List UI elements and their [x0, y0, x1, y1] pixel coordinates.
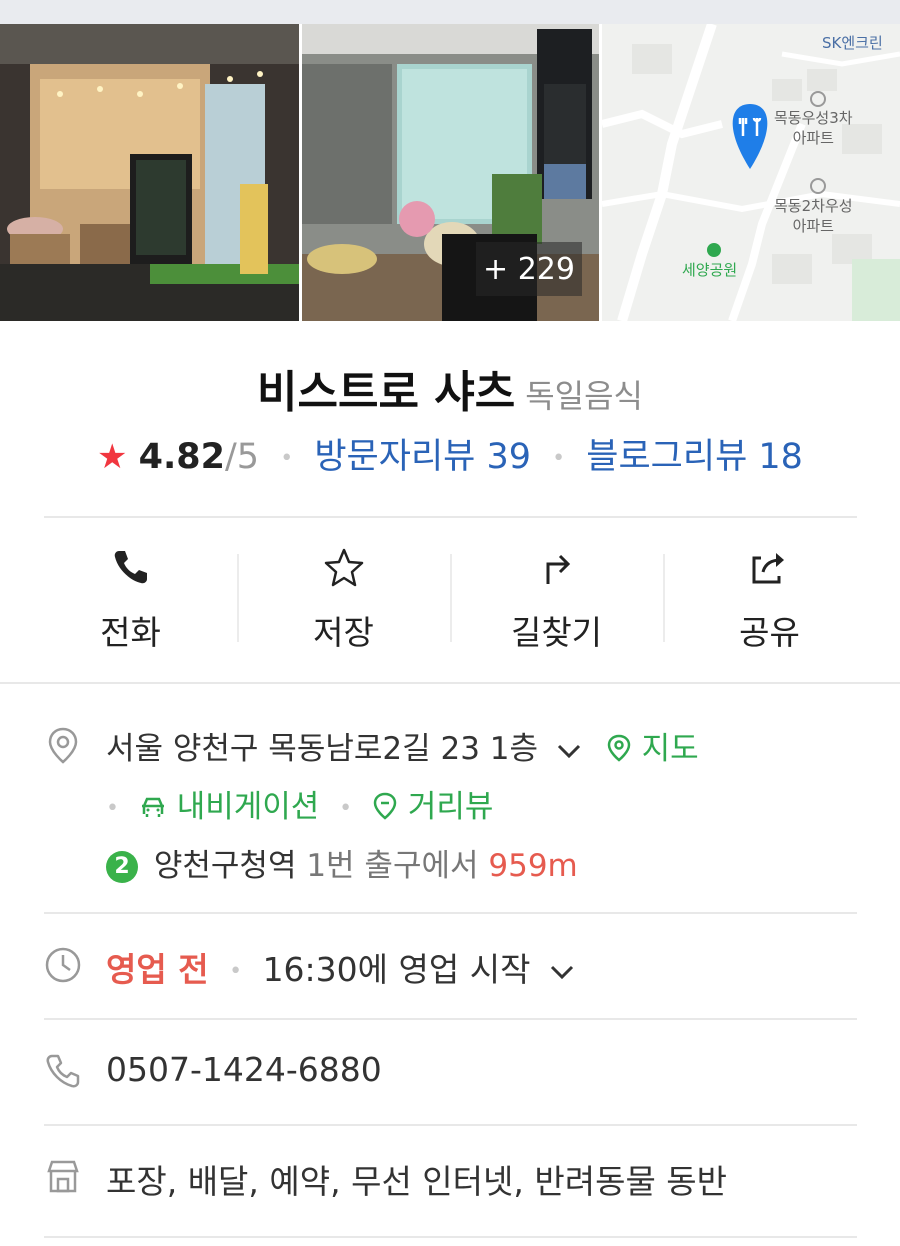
- subway-line-badge: 2: [106, 851, 138, 883]
- navigation-row: • 내비게이션 • 거리뷰: [106, 781, 493, 826]
- map-label-park: 세양공원: [682, 261, 738, 279]
- phone-outline-icon: [46, 1054, 80, 1088]
- navigation-label: 내비게이션: [176, 789, 320, 825]
- subway-exit: 1번 출구에서: [306, 848, 479, 884]
- phone-icon: [114, 551, 147, 584]
- chevron-down-icon[interactable]: [556, 743, 582, 759]
- map-link-label: 지도: [641, 731, 699, 767]
- store-icon: [47, 1160, 79, 1193]
- call-label: 전화: [100, 613, 161, 652]
- street-view-icon: [373, 792, 397, 820]
- star-icon: [324, 548, 364, 587]
- hours-row[interactable]: 영업 전 • 16:30에 영업 시작: [106, 943, 575, 991]
- more-photos-badge[interactable]: + 229: [476, 242, 582, 296]
- navigation-link[interactable]: 내비게이션: [139, 789, 329, 825]
- amenities-text: 포장, 배달, 예약, 무선 인터넷, 반려동물 동반: [106, 1162, 728, 1201]
- chevron-down-icon[interactable]: [549, 964, 575, 980]
- divider: [44, 1124, 857, 1126]
- share-label: 공유: [739, 613, 800, 652]
- separator-dot: •: [552, 445, 566, 471]
- phone-number[interactable]: 0507-1424-6880: [106, 1050, 382, 1089]
- blog-reviews-link[interactable]: 블로그리뷰 18: [586, 437, 803, 477]
- divider: [44, 1018, 857, 1020]
- place-name: 비스트로 샤츠: [257, 367, 516, 418]
- rating-score: 4.82: [138, 437, 226, 477]
- storefront-night-image: [0, 24, 299, 321]
- map-pin-icon: [607, 734, 631, 762]
- address-text[interactable]: 서울 양천구 목동남로2길 23 1층: [106, 731, 538, 767]
- mini-map[interactable]: SK엔크린 목동우성3차 아파트 목동2차우성 아파트 세양공원: [602, 24, 900, 321]
- hours-detail: 16:30에 영업 시작: [262, 950, 531, 989]
- directions-label: 길찾기: [510, 613, 603, 652]
- rating-star-icon: ★: [97, 437, 128, 477]
- map-label-sk: SK엔크린: [822, 34, 883, 52]
- business-status: 영업 전: [106, 950, 209, 989]
- photo-storefront-day[interactable]: + 229: [302, 24, 599, 321]
- divider: [44, 1236, 857, 1238]
- photo-strip: + 229 SK엔크린 목동우성3차 아파트 목동2차우성 아파트 세양공원: [0, 24, 900, 321]
- save-button[interactable]: 저장: [237, 540, 450, 652]
- top-status-bar: [0, 0, 900, 24]
- separator-dot: •: [229, 959, 243, 984]
- subway-row: 2 양천구청역 1번 출구에서 959m: [106, 840, 578, 885]
- location-pin-icon: [48, 727, 78, 764]
- separator-dot: •: [280, 445, 294, 471]
- map-roads: [602, 24, 900, 321]
- directions-button[interactable]: 길찾기: [450, 540, 663, 652]
- divider: [44, 912, 857, 914]
- street-view-link[interactable]: 거리뷰: [372, 789, 493, 825]
- clock-icon: [45, 947, 81, 983]
- rating-max: /5: [225, 437, 260, 477]
- separator-dot: •: [339, 796, 353, 821]
- place-category: 독일음식: [525, 377, 643, 415]
- photo-storefront-night[interactable]: [0, 24, 299, 321]
- action-bar: 전화 저장 길찾기 공유: [24, 540, 876, 652]
- map-label-apt2: 목동2차우성 아파트: [774, 197, 853, 235]
- save-label: 저장: [313, 613, 374, 652]
- divider: [44, 516, 857, 518]
- street-view-label: 거리뷰: [407, 789, 494, 825]
- directions-icon: [546, 554, 571, 584]
- car-icon: [141, 797, 164, 817]
- share-icon: [752, 553, 784, 584]
- rating-row: ★ 4.82/5 • 방문자리뷰 39 • 블로그리뷰 18: [0, 428, 900, 479]
- separator-dot: •: [106, 796, 119, 821]
- place-title-row: 비스트로 샤츠 독일음식: [0, 356, 900, 420]
- map-link[interactable]: 지도: [606, 731, 699, 767]
- subway-distance: 959m: [488, 848, 578, 884]
- visitor-reviews-link[interactable]: 방문자리뷰 39: [314, 437, 531, 477]
- call-button[interactable]: 전화: [24, 540, 237, 652]
- map-label-apt3: 목동우성3차 아파트: [774, 109, 853, 147]
- section-divider: [0, 682, 900, 684]
- subway-station: 양천구청역: [153, 848, 297, 884]
- share-button[interactable]: 공유: [663, 540, 876, 652]
- address-row: 서울 양천구 목동남로2길 23 1층 지도: [106, 723, 699, 768]
